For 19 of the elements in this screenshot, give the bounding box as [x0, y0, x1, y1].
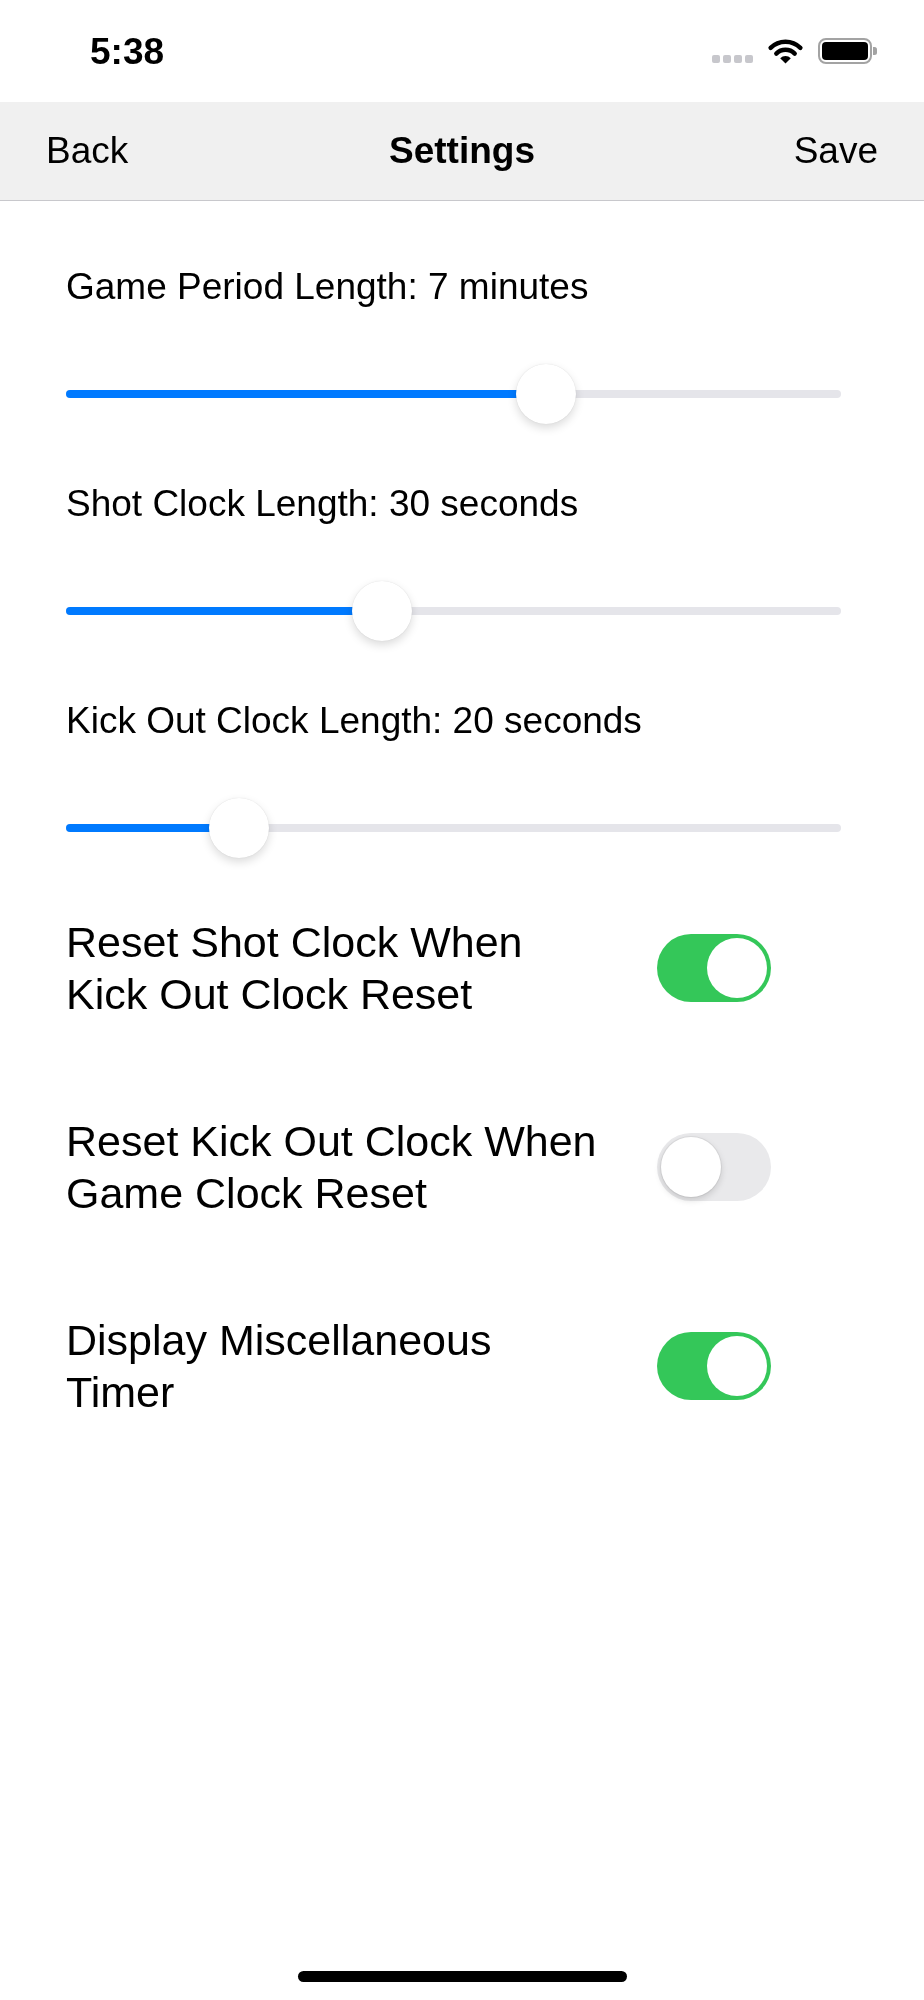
slider-track[interactable]	[66, 390, 841, 398]
toggle-label: Display Miscellaneous Timer	[66, 1315, 492, 1418]
page-title: Settings	[389, 128, 535, 173]
signal-icon	[712, 55, 753, 63]
slider-thumb[interactable]	[209, 798, 269, 858]
back-button[interactable]: Back	[46, 128, 129, 174]
slider-label: Kick Out Clock Length: 20 seconds	[66, 699, 642, 743]
status-time: 5:38	[90, 32, 165, 70]
slider-thumb[interactable]	[516, 364, 577, 424]
toggle-label: Reset Kick Out Clock When Game Clock Reset	[66, 1116, 597, 1219]
wifi-icon	[767, 38, 804, 64]
toggle-label: Reset Shot Clock When Kick Out Clock Reset	[66, 917, 523, 1020]
slider-label: Game Period Length: 7 minutes	[66, 265, 589, 309]
save-button[interactable]: Save	[793, 128, 878, 174]
slider-label: Shot Clock Length: 30 seconds	[66, 482, 579, 526]
slider-thumb[interactable]	[352, 581, 412, 641]
battery-icon	[818, 38, 877, 64]
slider-track[interactable]	[66, 607, 841, 615]
slider-track[interactable]	[66, 824, 841, 832]
